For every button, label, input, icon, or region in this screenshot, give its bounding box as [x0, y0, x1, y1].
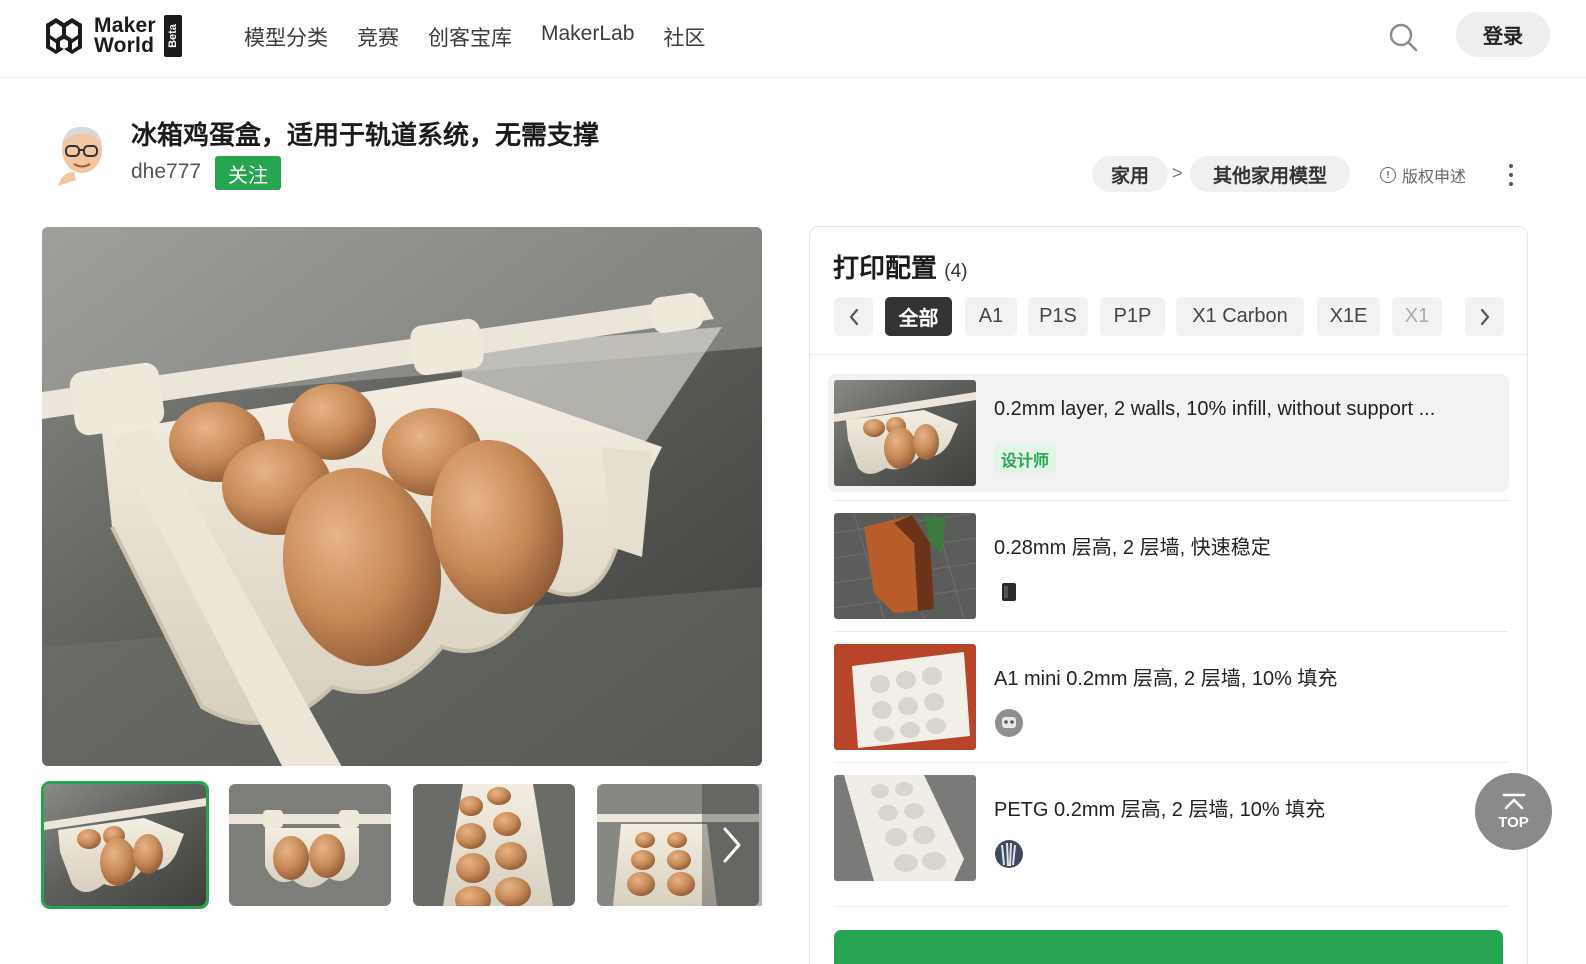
arrow-up-icon [1502, 793, 1525, 810]
profile-name: A1 mini 0.2mm 层高, 2 层墙, 10% 填充 [994, 668, 1338, 690]
tabs-next-arrow-icon[interactable] [1465, 297, 1504, 336]
profile-thumbnail [834, 513, 976, 619]
nav-item-community[interactable]: 社区 [663, 22, 705, 52]
profile-thumbnail [834, 775, 976, 881]
user-avatar-icon[interactable] [994, 839, 1024, 869]
login-button[interactable]: 登录 [1456, 12, 1550, 57]
designer-badge: 设计师 [994, 445, 1057, 473]
print-profiles-title: 打印配置 (4) [833, 248, 967, 285]
nav-item-contests[interactable]: 竞赛 [357, 22, 399, 52]
author-name[interactable]: dhe777 [131, 160, 201, 184]
thumbnail-1[interactable] [41, 781, 209, 909]
makerworld-logo-icon [46, 18, 82, 54]
profile-name: 0.2mm layer, 2 walls, 10% infill, withou… [994, 398, 1436, 420]
search-icon[interactable] [1386, 20, 1420, 54]
top-navigation-bar: Maker World Beta 模型分类 竞赛 创客宝库 MakerLab 社… [0, 0, 1586, 78]
panel-divider [810, 354, 1527, 355]
row-divider [834, 500, 1509, 501]
user-avatar-icon[interactable] [994, 708, 1024, 738]
makerworld-logo[interactable]: Maker World Beta [42, 14, 182, 58]
nav-item-model-categories[interactable]: 模型分类 [244, 22, 328, 52]
back-to-top-button[interactable]: TOP [1475, 773, 1552, 850]
copyright-report-link[interactable]: ! 版权申述 [1380, 163, 1466, 187]
tab-x1-carbon[interactable]: X1 Carbon [1176, 297, 1304, 336]
print-profile-item[interactable]: 0.2mm layer, 2 walls, 10% infill, withou… [828, 374, 1509, 492]
author-avatar[interactable] [52, 122, 110, 186]
back-to-top-label: TOP [1498, 814, 1529, 831]
print-profile-item[interactable]: A1 mini 0.2mm 层高, 2 层墙, 10% 填充 [828, 638, 1509, 756]
breadcrumb-category[interactable]: 家用 [1092, 156, 1168, 192]
logo-text-world: World [94, 34, 155, 57]
tabs-prev-arrow-icon[interactable] [834, 297, 873, 336]
nav-item-makerlab[interactable]: MakerLab [541, 22, 634, 52]
main-model-image[interactable] [42, 227, 762, 766]
follow-button[interactable]: 关注 [215, 156, 281, 190]
logo-wordmark: Maker World [94, 14, 156, 57]
download-button[interactable] [834, 930, 1503, 964]
thumbnail-next-arrow-icon[interactable] [702, 784, 762, 906]
tab-p1p[interactable]: P1P [1100, 297, 1165, 336]
model-title: 冰箱鸡蛋盒，适用于轨道系统，无需支撑 [131, 120, 600, 150]
main-nav: 模型分类 竞赛 创客宝库 MakerLab 社区 [244, 22, 705, 52]
breadcrumb-subcategory[interactable]: 其他家用模型 [1190, 156, 1350, 192]
thumbnail-3[interactable] [413, 784, 575, 906]
profile-thumbnail [834, 380, 976, 486]
profile-name: PETG 0.2mm 层高, 2 层墙, 10% 填充 [994, 799, 1326, 821]
row-divider [834, 762, 1509, 763]
logo-text-maker: Maker [94, 14, 156, 37]
print-profiles-heading: 打印配置 [833, 253, 938, 283]
copyright-label: 版权申述 [1402, 169, 1467, 186]
tab-a1[interactable]: A1 [965, 297, 1017, 336]
breadcrumb-separator: > [1172, 163, 1183, 183]
info-icon: ! [1380, 167, 1396, 183]
print-profile-item[interactable]: 0.28mm 层高, 2 层墙, 快速稳定 [828, 507, 1509, 625]
row-divider [834, 631, 1509, 632]
row-divider [834, 906, 1509, 907]
tab-x1[interactable]: X1 [1392, 297, 1442, 336]
thumbnail-2[interactable] [229, 784, 391, 906]
beta-badge: Beta [163, 15, 182, 57]
nav-item-maker-library[interactable]: 创客宝库 [428, 22, 512, 52]
print-profile-item[interactable]: PETG 0.2mm 层高, 2 层墙, 10% 填充 [828, 769, 1509, 887]
profile-thumbnail [834, 644, 976, 750]
more-options-icon[interactable] [1500, 160, 1522, 190]
tab-x1e[interactable]: X1E [1317, 297, 1380, 336]
print-profiles-count: (4) [944, 261, 968, 282]
user-avatar-icon[interactable] [994, 577, 1024, 607]
beta-badge-label: Beta [166, 24, 179, 48]
profile-name: 0.28mm 层高, 2 层墙, 快速稳定 [994, 537, 1271, 559]
tab-p1s[interactable]: P1S [1028, 297, 1088, 336]
tab-all[interactable]: 全部 [885, 297, 952, 336]
